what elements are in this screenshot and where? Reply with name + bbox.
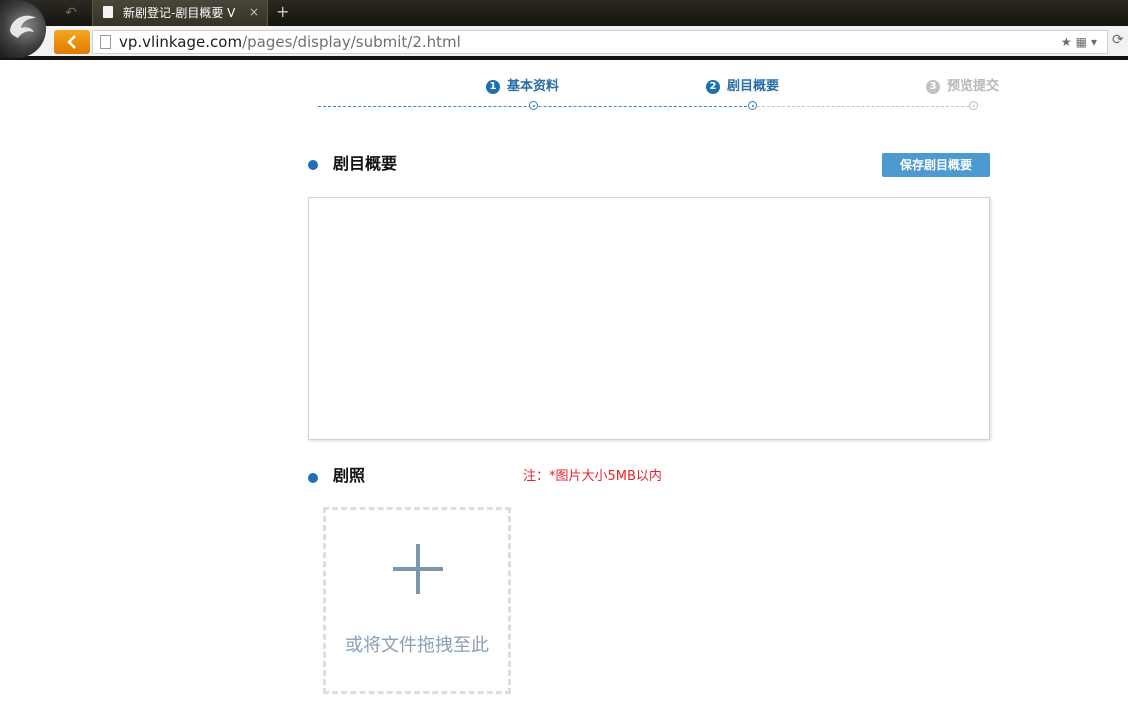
qr-code-icon[interactable]: ▦	[1076, 35, 1091, 49]
progress-steps: 1 基本资料 2 剧目概要 3 预览提交	[318, 76, 1008, 116]
step-dot-3	[969, 101, 978, 110]
step-dot-2	[748, 101, 757, 110]
browser-tab-strip: ↶ 新剧登记-剧目概要 V × +	[0, 0, 1128, 26]
section-bullet-icon	[308, 473, 318, 483]
document-icon	[103, 6, 113, 18]
step-3[interactable]: 3 预览提交	[926, 78, 999, 96]
drop-hint-text: 或将文件拖拽至此	[345, 635, 489, 656]
photo-upload-dropzone[interactable]: 或将文件拖拽至此	[323, 507, 511, 694]
star-icon[interactable]: ★	[1061, 35, 1076, 49]
step-dot-1	[529, 101, 538, 110]
browser-tab[interactable]: 新剧登记-剧目概要 V ×	[92, 0, 268, 26]
undo-arrow-icon[interactable]: ↶	[60, 4, 82, 22]
back-button[interactable]	[54, 30, 90, 54]
step-2[interactable]: 2 剧目概要	[706, 78, 779, 96]
step-number-icon: 1	[486, 80, 500, 94]
summary-textarea[interactable]	[308, 197, 990, 440]
step-number-icon: 3	[926, 80, 940, 94]
photos-section-title: 剧照	[333, 466, 366, 485]
save-summary-button[interactable]: 保存剧目概要	[882, 153, 990, 177]
section-bullet-icon	[308, 160, 318, 170]
address-bar[interactable]: vp.vlinkage.com/pages/display/submit/2.h…	[92, 30, 1108, 54]
url-text[interactable]: vp.vlinkage.com/pages/display/submit/2.h…	[119, 33, 461, 51]
step-line-pending	[752, 106, 974, 107]
address-toolbar: vp.vlinkage.com/pages/display/submit/2.h…	[0, 26, 1128, 60]
page-icon	[100, 35, 111, 49]
image-size-note: 注：*图片大小5MB以内	[523, 469, 662, 484]
back-arrow-icon	[67, 35, 76, 49]
new-tab-button[interactable]: +	[276, 3, 289, 21]
dropdown-icon[interactable]: ▾	[1091, 35, 1101, 49]
tab-title: 新剧登记-剧目概要 V	[123, 6, 236, 20]
tab-close-icon[interactable]: ×	[249, 4, 259, 20]
step-number-icon: 2	[706, 80, 720, 94]
step-1[interactable]: 1 基本资料	[486, 78, 559, 96]
reload-icon[interactable]: ⟳	[1112, 32, 1124, 48]
summary-section-title: 剧目概要	[333, 154, 398, 173]
plus-icon	[393, 544, 443, 594]
